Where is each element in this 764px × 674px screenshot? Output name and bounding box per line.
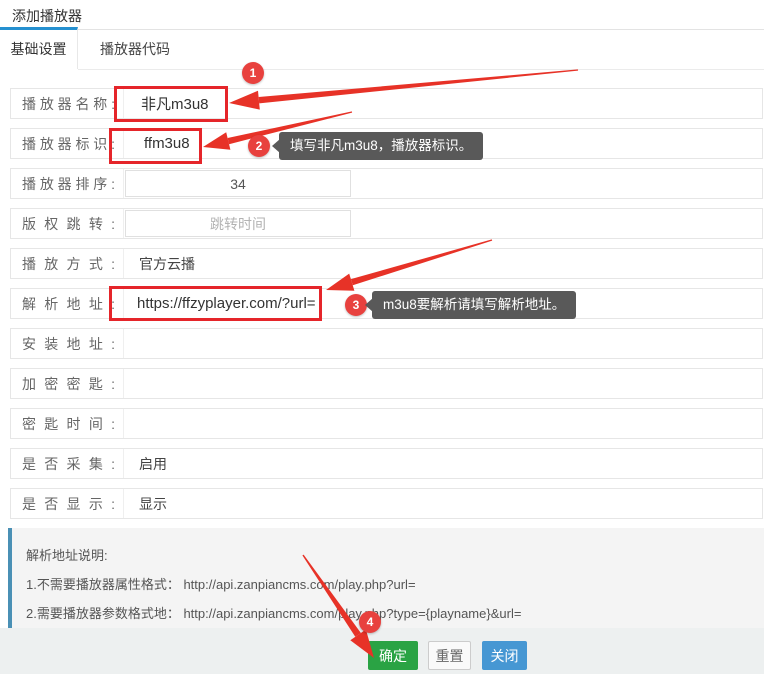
dialog-title: 添加播放器: [12, 6, 82, 26]
player-flag-label: 播放器标识:: [11, 129, 124, 158]
copyright-jump-row: 版权跳转:: [10, 208, 763, 239]
install-url-input[interactable]: [137, 329, 762, 358]
reset-button[interactable]: 重置: [428, 641, 471, 670]
collect-row: 是否采集: 启用: [10, 448, 763, 479]
tab-basic-settings[interactable]: 基础设置: [0, 27, 78, 69]
step-badge-1: 1: [242, 62, 264, 84]
player-sort-label: 播放器排序:: [11, 169, 124, 198]
player-form: 播放器名称: 播放器标识: 播放器排序: 版权跳转: 播放方式: 官方云播 解析…: [0, 88, 764, 528]
install-url-label: 安装地址:: [11, 329, 124, 358]
confirm-button[interactable]: 确定: [368, 641, 418, 670]
display-row: 是否显示: 显示: [10, 488, 763, 519]
player-sort-input[interactable]: [125, 170, 351, 197]
tabbar-divider: [78, 69, 764, 70]
help-line-2: 2.需要播放器参数格式地： http://api.zanpiancms.com/…: [26, 599, 744, 628]
help-line-1: 1.不需要播放器属性格式： http://api.zanpiancms.com/…: [26, 570, 744, 599]
display-label: 是否显示:: [11, 489, 124, 518]
play-mode-row: 播放方式: 官方云播: [10, 248, 763, 279]
play-mode-select[interactable]: 官方云播: [124, 254, 195, 274]
copyright-jump-label: 版权跳转:: [11, 209, 124, 238]
player-sort-row: 播放器排序:: [10, 168, 763, 199]
footer-bar: 确定 重置 关闭: [0, 628, 764, 674]
tab-player-code[interactable]: 播放器代码: [79, 30, 191, 69]
player-flag-row: 播放器标识:: [10, 128, 763, 159]
key-time-label: 密匙时间:: [11, 409, 124, 438]
install-url-row: 安装地址:: [10, 328, 763, 359]
parse-url-label: 解析地址:: [11, 289, 124, 318]
encrypt-key-input[interactable]: [137, 369, 762, 398]
display-select[interactable]: 显示: [124, 494, 167, 514]
player-flag-input[interactable]: [144, 129, 762, 158]
parse-url-input[interactable]: [137, 289, 762, 318]
player-name-row: 播放器名称:: [10, 88, 763, 119]
parse-url-row: 解析地址:: [10, 288, 763, 319]
copyright-jump-input[interactable]: [125, 210, 351, 237]
key-time-row: 密匙时间:: [10, 408, 763, 439]
play-mode-label: 播放方式:: [11, 249, 124, 278]
collect-select[interactable]: 启用: [124, 454, 167, 474]
help-title: 解析地址说明:: [26, 541, 744, 570]
player-name-input[interactable]: [141, 89, 762, 118]
collect-label: 是否采集:: [11, 449, 124, 478]
encrypt-key-label: 加密密匙:: [11, 369, 124, 398]
parse-url-help-box: 解析地址说明: 1.不需要播放器属性格式： http://api.zanpian…: [8, 528, 764, 628]
close-button[interactable]: 关闭: [482, 641, 527, 670]
player-name-label: 播放器名称:: [11, 89, 124, 118]
encrypt-key-row: 加密密匙:: [10, 368, 763, 399]
key-time-input[interactable]: [137, 409, 762, 438]
